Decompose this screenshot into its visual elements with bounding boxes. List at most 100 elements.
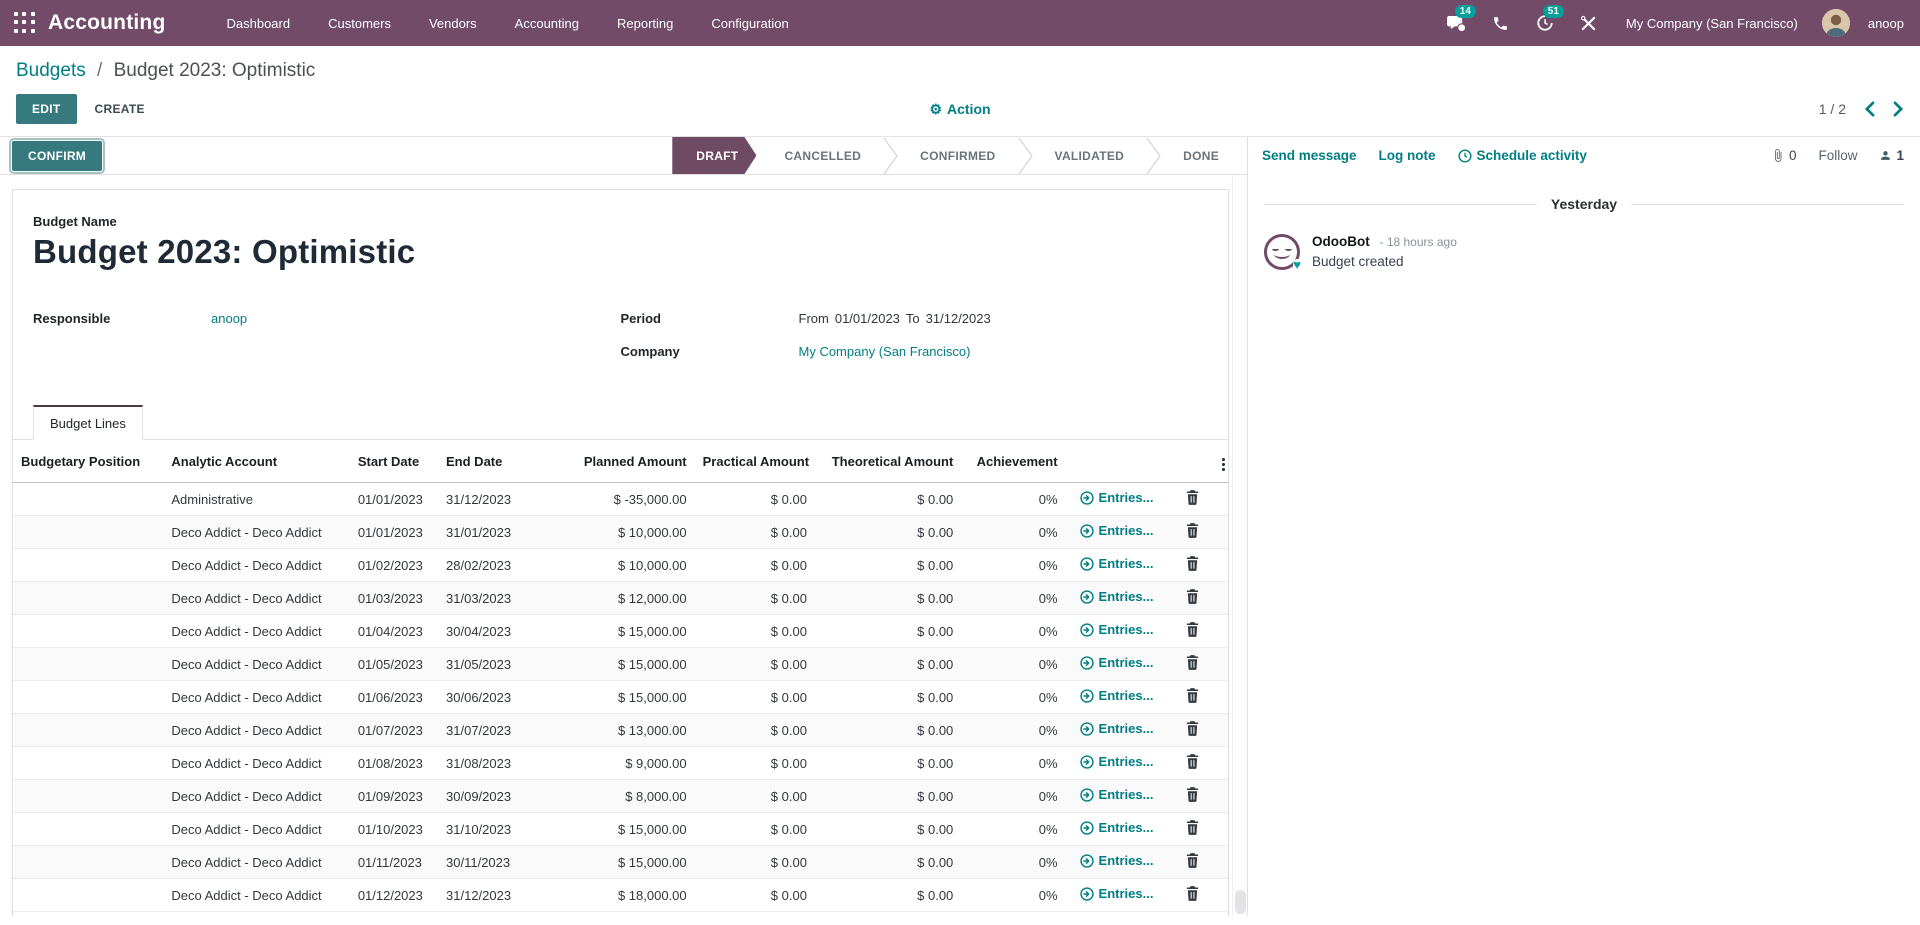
entries-link[interactable]: Entries...	[1080, 787, 1154, 802]
entries-link[interactable]: Entries...	[1080, 556, 1154, 571]
budget-line-row[interactable]: Deco Addict - Deco Addict01/05/202331/05…	[13, 648, 1228, 681]
chatter-panel: Send message Log note Schedule activity …	[1247, 137, 1920, 916]
form-scrollbar[interactable]	[1232, 175, 1247, 916]
top-menu-configuration[interactable]: Configuration	[696, 8, 803, 39]
delete-row-button[interactable]	[1186, 655, 1199, 670]
confirm-button[interactable]: CONFIRM	[12, 141, 102, 171]
column-header-planned-amount[interactable]: Planned Amount	[554, 440, 694, 483]
app-name[interactable]: Accounting	[48, 11, 166, 35]
user-avatar[interactable]	[1822, 9, 1850, 37]
spacer-cell	[1210, 483, 1228, 516]
delete-row-button[interactable]	[1186, 523, 1199, 538]
activities-icon[interactable]: 51	[1528, 8, 1562, 38]
entries-link[interactable]: Entries...	[1080, 688, 1154, 703]
column-header-analytic-account[interactable]: Analytic Account	[163, 440, 349, 483]
responsible-value[interactable]: anoop	[211, 311, 247, 326]
column-header-start-date[interactable]: Start Date	[350, 440, 438, 483]
column-header-practical-amount[interactable]: Practical Amount	[695, 440, 815, 483]
budget-line-row[interactable]: Deco Addict - Deco Addict01/08/202331/08…	[13, 747, 1228, 780]
followers-button[interactable]: 1	[1879, 148, 1904, 163]
budget-line-row[interactable]: Deco Addict - Deco Addict01/12/202331/12…	[13, 879, 1228, 912]
delete-row-button[interactable]	[1186, 688, 1199, 703]
entries-link[interactable]: Entries...	[1080, 655, 1154, 670]
top-menu-accounting[interactable]: Accounting	[500, 8, 594, 39]
column-header-budgetary-position[interactable]: Budgetary Position	[13, 440, 163, 483]
breadcrumb-budgets-link[interactable]: Budgets	[16, 60, 86, 81]
pager-previous-button[interactable]	[1864, 101, 1875, 117]
delete-row-button[interactable]	[1186, 622, 1199, 637]
delete-row-button[interactable]	[1186, 721, 1199, 736]
breadcrumb: Budgets / Budget 2023: Optimistic	[0, 46, 1920, 88]
delete-row-button[interactable]	[1186, 853, 1199, 868]
period-value[interactable]: From01/01/2023To31/12/2023	[799, 311, 991, 326]
achievement-cell: 0%	[961, 714, 1065, 747]
messages-icon[interactable]: 14	[1440, 8, 1474, 38]
message-author[interactable]: OdooBot	[1312, 234, 1370, 249]
top-menu-customers[interactable]: Customers	[313, 8, 406, 39]
budgetary-position-cell	[13, 615, 163, 648]
practical-amount-cell: $ 0.00	[695, 582, 815, 615]
company-value[interactable]: My Company (San Francisco)	[799, 344, 971, 359]
achievement-cell: 0%	[961, 747, 1065, 780]
budget-line-row[interactable]: Deco Addict - Deco Addict01/02/202328/02…	[13, 549, 1228, 582]
tools-icon[interactable]	[1572, 8, 1606, 38]
pager-next-button[interactable]	[1893, 101, 1904, 117]
status-step-confirmed[interactable]: CONFIRMED	[898, 149, 1017, 163]
status-step-done[interactable]: DONE	[1161, 149, 1241, 163]
action-menu-button[interactable]: ⚙ Action	[436, 101, 1484, 118]
entries-link[interactable]: Entries...	[1080, 490, 1154, 505]
top-menu-dashboard[interactable]: Dashboard	[212, 8, 306, 39]
apps-menu-icon[interactable]	[14, 12, 36, 34]
send-message-button[interactable]: Send message	[1262, 148, 1357, 163]
top-menu-vendors[interactable]: Vendors	[414, 8, 492, 39]
budget-line-row[interactable]: Deco Addict - Deco Addict01/01/202331/01…	[13, 516, 1228, 549]
budget-line-row[interactable]: Deco Addict - Deco Addict01/06/202330/06…	[13, 681, 1228, 714]
budget-title[interactable]: Budget 2023: Optimistic	[33, 233, 1208, 271]
budget-line-row[interactable]: Administrative01/01/202331/12/2023$ -35,…	[13, 483, 1228, 516]
delete-row-button[interactable]	[1186, 754, 1199, 769]
budget-line-row[interactable]: Deco Addict - Deco Addict01/03/202331/03…	[13, 582, 1228, 615]
column-header-achievement[interactable]: Achievement	[961, 440, 1065, 483]
budget-line-row[interactable]: Deco Addict - Deco Addict01/07/202331/07…	[13, 714, 1228, 747]
entries-link[interactable]: Entries...	[1080, 754, 1154, 769]
delete-row-button[interactable]	[1186, 556, 1199, 571]
entries-link[interactable]: Entries...	[1080, 721, 1154, 736]
practical-amount-cell: $ 0.00	[695, 516, 815, 549]
column-header-theoretical-amount[interactable]: Theoretical Amount	[815, 440, 961, 483]
tab-budget-lines[interactable]: Budget Lines	[33, 405, 143, 440]
scrollbar-thumb[interactable]	[1235, 890, 1246, 914]
delete-row-button[interactable]	[1186, 820, 1199, 835]
company-switcher[interactable]: My Company (San Francisco)	[1626, 16, 1798, 31]
user-menu[interactable]: anoop	[1868, 16, 1904, 31]
column-header-end-date[interactable]: End Date	[438, 440, 554, 483]
entries-link[interactable]: Entries...	[1080, 853, 1154, 868]
status-step-validated[interactable]: VALIDATED	[1033, 149, 1147, 163]
budget-line-row[interactable]: Deco Addict - Deco Addict01/04/202330/04…	[13, 615, 1228, 648]
top-menu-reporting[interactable]: Reporting	[602, 8, 688, 39]
optional-columns-toggle[interactable]	[1210, 440, 1228, 483]
delete-row-button[interactable]	[1186, 490, 1199, 505]
theoretical-amount-cell: $ 0.00	[815, 549, 961, 582]
create-button[interactable]: CREATE	[85, 95, 155, 123]
log-note-button[interactable]: Log note	[1379, 148, 1436, 163]
status-step-draft[interactable]: DRAFT	[672, 137, 756, 174]
entries-link[interactable]: Entries...	[1080, 523, 1154, 538]
delete-row-button[interactable]	[1186, 886, 1199, 901]
budget-line-row[interactable]: Deco Addict - Deco Addict01/11/202330/11…	[13, 846, 1228, 879]
attachments-button[interactable]: 0	[1771, 148, 1797, 163]
trash-icon	[1186, 754, 1199, 769]
phone-icon[interactable]	[1484, 8, 1518, 38]
status-step-cancelled[interactable]: CANCELLED	[762, 149, 883, 163]
edit-button[interactable]: EDIT	[16, 94, 77, 124]
delete-row-button[interactable]	[1186, 787, 1199, 802]
budget-line-row[interactable]: Deco Addict - Deco Addict01/09/202330/09…	[13, 780, 1228, 813]
entries-link[interactable]: Entries...	[1080, 589, 1154, 604]
budget-line-row[interactable]: Deco Addict - Deco Addict01/10/202331/10…	[13, 813, 1228, 846]
entries-link[interactable]: Entries...	[1080, 820, 1154, 835]
follow-button[interactable]: Follow	[1818, 148, 1857, 163]
entries-link[interactable]: Entries...	[1080, 622, 1154, 637]
delete-row-button[interactable]	[1186, 589, 1199, 604]
chatter-message[interactable]: ♥ OdooBot - 18 hours ago Budget created	[1248, 216, 1920, 288]
entries-link[interactable]: Entries...	[1080, 886, 1154, 901]
schedule-activity-button[interactable]: Schedule activity	[1458, 148, 1587, 163]
